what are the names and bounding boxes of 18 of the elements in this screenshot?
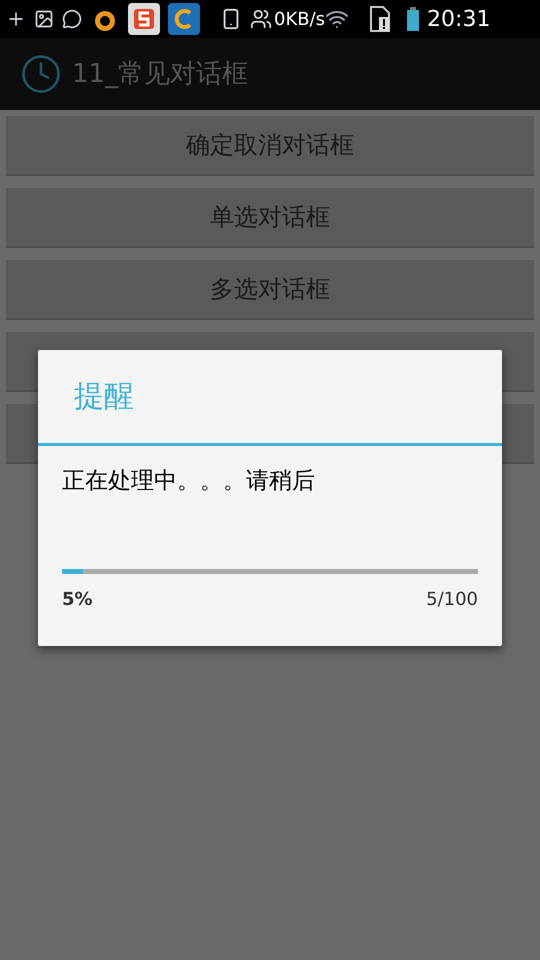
- clock-icon: [20, 53, 62, 95]
- progress-count: 5/100: [426, 588, 478, 612]
- dialog-button[interactable]: 多选对话框: [6, 260, 534, 320]
- sim-alert-icon: [369, 5, 392, 33]
- network-speed: 0KB/s: [274, 8, 326, 32]
- dialog-button[interactable]: 确定取消对话框: [6, 116, 534, 176]
- app-title: 11_常见对话框: [72, 58, 248, 90]
- clock-time: 20:31: [427, 6, 490, 34]
- image-icon: [34, 9, 54, 29]
- dialog-title: 提醒: [74, 378, 134, 416]
- c-app-icon: [168, 3, 200, 35]
- s-app-icon: [128, 3, 160, 35]
- progress-percent: 5%: [62, 588, 93, 612]
- dialog-button[interactable]: 单选对话框: [6, 188, 534, 248]
- dialog-message: 正在处理中。。。请稍后: [62, 468, 315, 494]
- battery-icon: [407, 7, 420, 31]
- message-icon: [62, 9, 82, 29]
- people-icon: [250, 8, 272, 30]
